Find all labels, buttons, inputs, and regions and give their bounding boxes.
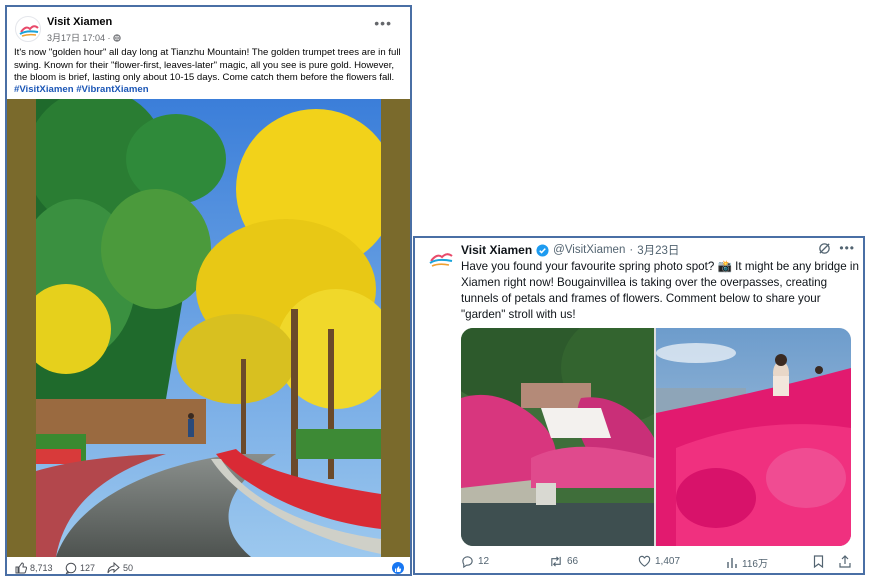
- golden-trees-path-image: [36, 99, 381, 557]
- bougainvillea-woman-photo[interactable]: [656, 328, 851, 546]
- post-hashtags[interactable]: #VisitXiamen #VibrantXiamen: [14, 84, 149, 95]
- repost-button[interactable]: 66: [549, 555, 578, 568]
- view-count: 116万: [742, 559, 768, 570]
- facebook-post: Visit Xiamen 3月17日 17:04 · ••• It's now …: [5, 5, 412, 576]
- x-post: Visit Xiamen @VisitXiamen · 3月23日 ••• Ha…: [413, 236, 865, 575]
- analytics-bars-icon: [727, 558, 737, 568]
- author-name[interactable]: Visit Xiamen: [47, 16, 112, 28]
- post-body: Have you found your favourite spring pho…: [461, 260, 859, 321]
- more-options-icon[interactable]: •••: [839, 241, 855, 255]
- share-count[interactable]: 50: [107, 562, 133, 574]
- reply-button[interactable]: 12: [461, 555, 489, 568]
- post-date[interactable]: 3月23日: [637, 242, 679, 258]
- reply-bubble-icon: [462, 556, 473, 568]
- more-options-icon[interactable]: •••: [374, 15, 392, 31]
- visit-xiamen-logo-avatar[interactable]: [15, 16, 41, 42]
- author-handle[interactable]: @VisitXiamen: [553, 244, 625, 256]
- post-photo[interactable]: [7, 99, 410, 557]
- comment-count-value: 127: [80, 563, 96, 573]
- bookmark-button[interactable]: [813, 555, 824, 568]
- post-body: It's now "golden hour" all day long at T…: [14, 47, 401, 84]
- header-actions: •••: [818, 241, 855, 255]
- like-button[interactable]: 1,407: [638, 555, 680, 568]
- globe-icon: [113, 34, 121, 42]
- bookmark-icon: [813, 555, 824, 568]
- views-button[interactable]: 116万: [726, 555, 768, 570]
- bougainvillea-bridge-photo[interactable]: [461, 328, 654, 546]
- post-date: 3月17日 17:04 ·: [47, 33, 114, 43]
- post-action-bar: 12 66 1,407 116万: [461, 555, 855, 571]
- comment-icon: [65, 562, 77, 574]
- share-button[interactable]: [839, 555, 851, 568]
- like-count[interactable]: 8,713: [15, 562, 53, 574]
- repost-count: 66: [567, 556, 579, 567]
- like-count-value: 8,713: [30, 563, 53, 573]
- heart-icon: [638, 555, 651, 567]
- like-reaction-badge-icon: [392, 562, 404, 574]
- repost-icon: [551, 556, 561, 567]
- grok-icon[interactable]: [818, 242, 831, 255]
- post-media-grid: [461, 328, 851, 546]
- post-engagement-bar: 8,713 127 50: [7, 559, 410, 574]
- comment-count[interactable]: 127: [65, 562, 95, 574]
- post-timestamp[interactable]: 3月17日 17:04 ·: [47, 31, 121, 44]
- share-upload-icon: [839, 555, 851, 568]
- post-header: Visit Xiamen @VisitXiamen · 3月23日: [461, 242, 679, 258]
- visit-xiamen-logo-avatar[interactable]: [426, 244, 456, 274]
- share-count-value: 50: [123, 563, 134, 573]
- share-arrow-icon: [107, 562, 120, 574]
- verified-badge-icon: [536, 243, 549, 257]
- post-header: Visit Xiamen 3月17日 17:04 · •••: [13, 13, 404, 45]
- reply-count: 12: [478, 556, 490, 567]
- header-separator: ·: [629, 244, 634, 256]
- author-name[interactable]: Visit Xiamen: [461, 243, 532, 257]
- thumbs-up-icon: [15, 562, 27, 574]
- like-count: 1,407: [655, 556, 681, 567]
